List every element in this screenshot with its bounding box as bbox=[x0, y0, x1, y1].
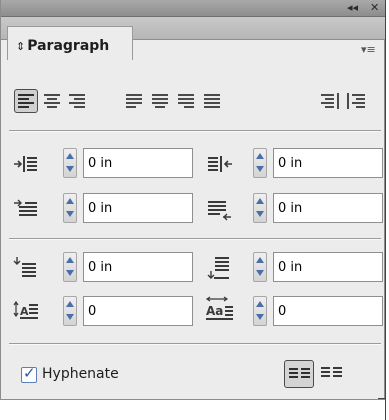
toward-spine-icon bbox=[321, 93, 339, 109]
hyphenate-label[interactable]: Hyphenate bbox=[42, 366, 119, 382]
left-indent-stepper[interactable] bbox=[63, 148, 77, 178]
left-indent-input[interactable] bbox=[83, 148, 193, 178]
right-indent-input[interactable] bbox=[273, 148, 383, 178]
tab-paragraph[interactable]: ⇕ Paragraph bbox=[7, 26, 133, 60]
close-icon[interactable]: ✕ bbox=[370, 1, 379, 15]
align-right-button[interactable] bbox=[65, 89, 89, 113]
last-line-indent-stepper[interactable] bbox=[253, 193, 267, 223]
baseline-grid-icon bbox=[321, 367, 342, 377]
updown-arrows-icon: ⇕ bbox=[16, 40, 26, 53]
space-before-stepper[interactable] bbox=[63, 252, 77, 282]
align-center-icon bbox=[44, 94, 60, 108]
align-left-icon bbox=[18, 94, 34, 108]
tab-label: ⇕ Paragraph bbox=[16, 38, 109, 54]
align-toward-spine-button[interactable] bbox=[317, 89, 341, 113]
justify-center-icon bbox=[152, 94, 168, 108]
align-to-baseline-grid-button[interactable] bbox=[317, 360, 347, 388]
justify-last-left-button[interactable] bbox=[122, 89, 146, 113]
no-baseline-grid-icon bbox=[289, 368, 310, 378]
space-before-input[interactable] bbox=[83, 252, 193, 282]
align-center-button[interactable] bbox=[40, 89, 64, 113]
justify-right-icon bbox=[178, 94, 194, 108]
align-right-icon bbox=[69, 94, 85, 108]
first-line-indent-input[interactable] bbox=[83, 193, 193, 223]
checkmark-icon: ✓ bbox=[23, 364, 36, 382]
drop-cap-characters-icon: Aa bbox=[205, 296, 233, 320]
left-indent-icon bbox=[13, 154, 41, 178]
drop-cap-lines-stepper[interactable] bbox=[63, 296, 77, 326]
justify-all-button[interactable] bbox=[200, 89, 224, 113]
justify-all-icon bbox=[204, 94, 220, 108]
hyphenate-checkbox[interactable]: ✓ bbox=[21, 364, 37, 383]
space-before-icon bbox=[13, 256, 41, 280]
right-indent-stepper[interactable] bbox=[253, 148, 267, 178]
away-from-spine-icon bbox=[347, 93, 365, 109]
tab-label-text: Paragraph bbox=[27, 38, 110, 54]
drop-cap-lines-input[interactable] bbox=[83, 296, 193, 326]
justify-left-icon bbox=[126, 94, 142, 108]
double-left-arrow-icon[interactable]: ◂◂ bbox=[347, 1, 358, 15]
panel-menu-icon[interactable]: ▾≡ bbox=[361, 43, 376, 56]
last-line-indent-input[interactable] bbox=[273, 193, 383, 223]
drop-cap-characters-input[interactable] bbox=[273, 296, 383, 326]
space-after-icon bbox=[207, 256, 235, 280]
separator bbox=[9, 343, 381, 345]
drop-cap-characters-stepper[interactable] bbox=[253, 296, 267, 326]
align-away-from-spine-button[interactable] bbox=[343, 89, 367, 113]
do-not-align-to-baseline-grid-button[interactable] bbox=[284, 360, 314, 388]
align-left-button[interactable] bbox=[14, 89, 38, 113]
right-indent-icon bbox=[207, 154, 235, 178]
justify-last-center-button[interactable] bbox=[148, 89, 172, 113]
space-after-input[interactable] bbox=[273, 252, 383, 282]
separator bbox=[9, 238, 381, 240]
window-edge bbox=[385, 0, 386, 420]
drop-cap-lines-icon: A bbox=[13, 300, 41, 324]
separator bbox=[9, 130, 381, 132]
panel-title-bar[interactable]: ◂◂ ✕ bbox=[1, 0, 385, 17]
justify-last-right-button[interactable] bbox=[174, 89, 198, 113]
space-after-stepper[interactable] bbox=[253, 252, 267, 282]
paragraph-panel: ◂◂ ✕ ⇕ Paragraph ▾≡ 0 in 0 in 0 in 0 in … bbox=[0, 0, 385, 400]
last-line-indent-icon bbox=[207, 199, 235, 223]
svg-text:A: A bbox=[20, 305, 29, 318]
first-line-indent-stepper[interactable] bbox=[63, 193, 77, 223]
window-edge-tick bbox=[378, 398, 386, 399]
first-line-indent-icon bbox=[13, 199, 41, 223]
svg-text:Aa: Aa bbox=[206, 304, 223, 318]
